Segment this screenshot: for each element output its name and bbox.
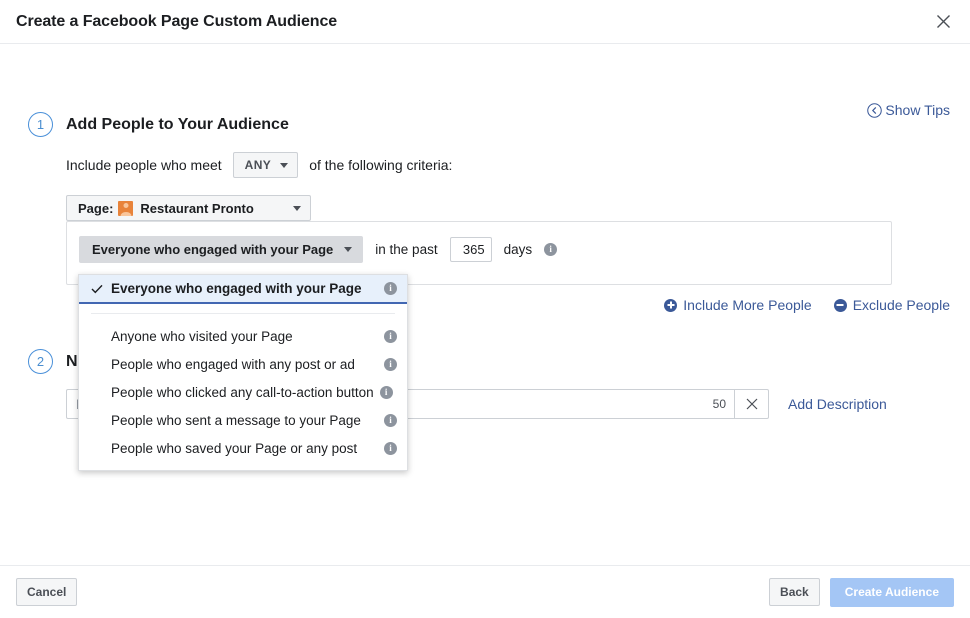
dropdown-item-label: People who sent a message to your Page [111, 412, 361, 428]
close-icon [746, 398, 757, 410]
cancel-button[interactable]: Cancel [16, 578, 78, 606]
char-count-label: 50 [712, 397, 726, 411]
add-description-link[interactable]: Add Description [788, 396, 887, 412]
page-title: Create a Facebook Page Custom Audience [16, 12, 338, 30]
page-avatar-icon [118, 200, 134, 216]
info-icon[interactable]: i [544, 243, 558, 256]
info-icon[interactable]: i [384, 413, 397, 427]
show-tips-link[interactable]: Show Tips [867, 102, 950, 118]
dialog-body: Show Tips 1 Add People to Your Audience … [0, 44, 970, 565]
engagement-type-select[interactable]: Everyone who engaged with your Page [79, 236, 364, 263]
condition-row: Everyone who engaged with your Page in t… [79, 236, 558, 263]
dropdown-item-label: Everyone who engaged with your Page [111, 281, 362, 296]
dropdown-item-4[interactable]: People who sent a message to your Page i [79, 406, 407, 434]
info-icon[interactable]: i [379, 385, 393, 399]
criteria-suffix-label: of the following criteria: [309, 157, 453, 173]
criteria-prefix-label: Include people who meet [66, 157, 222, 173]
footer-actions: Back Create Audience [769, 577, 954, 607]
days-input[interactable] [449, 237, 492, 262]
step-2-number: 2 [28, 349, 53, 374]
create-audience-button[interactable]: Create Audience [829, 577, 954, 607]
step-1-title: Add People to Your Audience [66, 115, 289, 133]
in-the-past-label: in the past [375, 242, 438, 257]
dialog-header: Create a Facebook Page Custom Audience [0, 0, 970, 44]
engagement-type-dropdown-menu: Everyone who engaged with your Page i An… [78, 274, 408, 471]
plus-circle-icon [664, 298, 678, 312]
dropdown-item-1[interactable]: Anyone who visited your Page i [79, 322, 407, 350]
match-operator-select[interactable]: ANY [232, 152, 299, 178]
page-selector-value: Restaurant Pronto [140, 200, 254, 216]
dropdown-item-5[interactable]: People who saved your Page or any post i [79, 434, 407, 462]
step-1-number: 1 [28, 112, 53, 137]
days-label: days [503, 242, 533, 257]
page-selector[interactable]: Page: Restaurant Pronto [66, 195, 311, 221]
audience-links: Include More People Exclude People [664, 297, 950, 313]
chevron-left-circle-icon [867, 102, 883, 118]
exclude-people-link[interactable]: Exclude People [833, 297, 950, 313]
back-button[interactable]: Back [769, 578, 820, 606]
criteria-line: Include people who meet ANY of the follo… [66, 152, 452, 178]
info-icon[interactable]: i [384, 282, 397, 295]
chevron-down-icon [344, 247, 353, 252]
chevron-down-icon [280, 162, 289, 168]
dropdown-item-label: People who saved your Page or any post [111, 440, 358, 456]
dropdown-item-0[interactable]: Everyone who engaged with your Page i [79, 275, 407, 304]
close-button[interactable] [930, 9, 956, 35]
clear-name-button[interactable] [734, 390, 768, 418]
info-icon[interactable]: i [384, 329, 397, 343]
info-icon[interactable]: i [384, 441, 397, 455]
dropdown-item-label: People who clicked any call-to-action bu… [111, 384, 374, 400]
chevron-down-icon [293, 205, 301, 211]
dropdown-separator [91, 313, 395, 314]
check-icon [91, 284, 104, 294]
include-more-people-label: Include More People [683, 297, 812, 313]
page-selector-label: Page: [78, 200, 114, 216]
minus-circle-icon [833, 298, 847, 312]
info-icon[interactable]: i [384, 357, 397, 371]
close-icon [936, 15, 950, 28]
match-operator-value: ANY [244, 158, 272, 172]
step-1-header: 1 Add People to Your Audience [28, 112, 289, 137]
dropdown-item-2[interactable]: People who engaged with any post or ad i [79, 350, 407, 378]
include-more-people-link[interactable]: Include More People [664, 297, 812, 313]
dialog-footer: Cancel Back Create Audience [0, 565, 970, 618]
show-tips-label: Show Tips [885, 102, 950, 118]
dropdown-item-3[interactable]: People who clicked any call-to-action bu… [79, 378, 407, 406]
dropdown-item-label: People who engaged with any post or ad [111, 356, 355, 372]
exclude-people-label: Exclude People [852, 297, 950, 313]
engagement-type-value: Everyone who engaged with your Page [92, 242, 334, 257]
dropdown-item-label: Anyone who visited your Page [111, 328, 293, 344]
